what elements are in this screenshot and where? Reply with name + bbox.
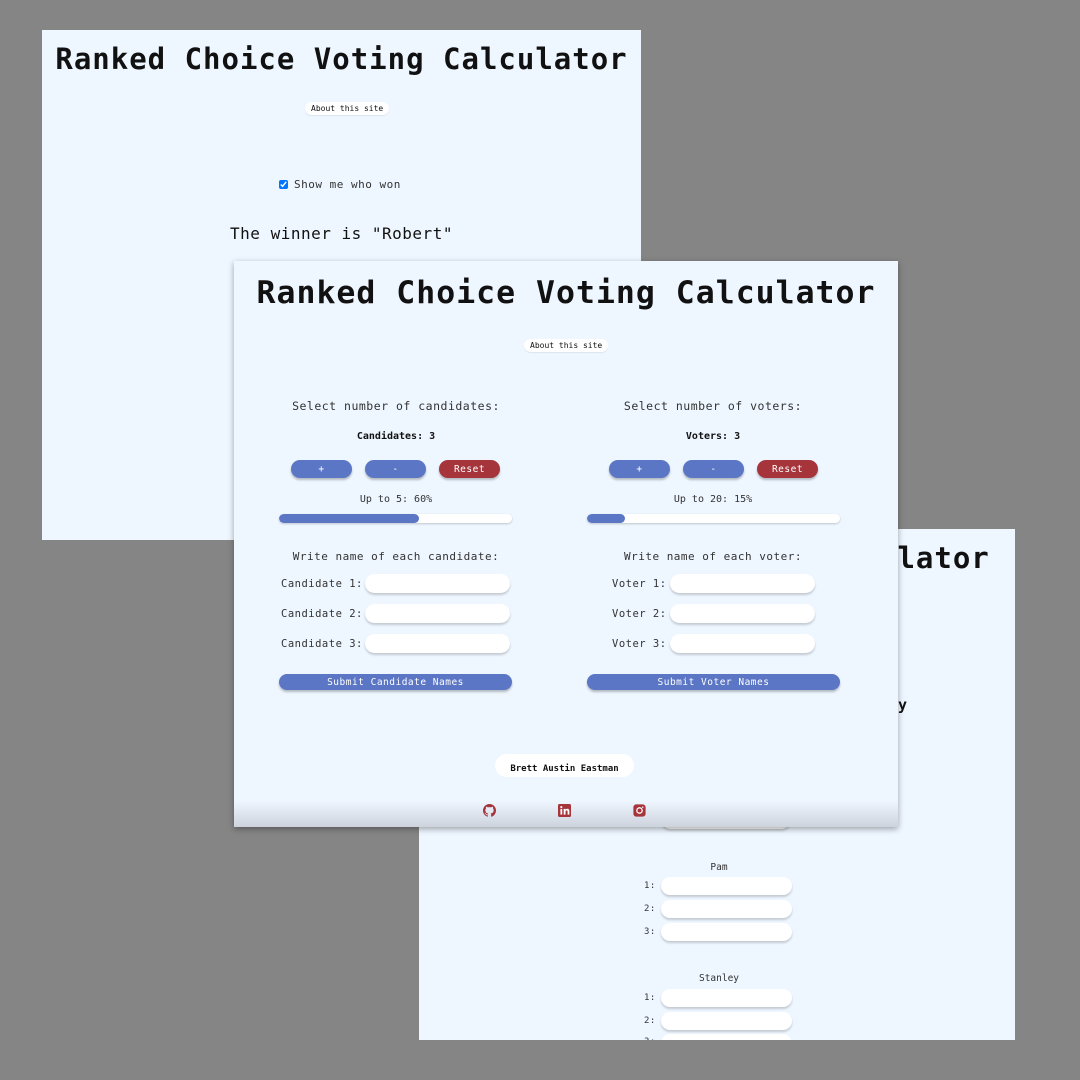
rank-label: 3:: [644, 1037, 656, 1040]
about-link[interactable]: About this site: [305, 102, 390, 115]
rank-input[interactable]: [661, 989, 792, 1007]
voters-progress-bar: [587, 514, 840, 523]
rank-label: 1:: [644, 993, 656, 1003]
front-panel-setup: Ranked Choice Voting Calculator About th…: [234, 261, 898, 827]
candidates-progress-fill: [279, 514, 419, 523]
remove-voter-button[interactable]: -: [683, 460, 744, 478]
remove-candidate-button[interactable]: -: [365, 460, 426, 478]
github-icon[interactable]: [483, 804, 496, 817]
voters-progress-fill: [587, 514, 625, 523]
reset-voters-button[interactable]: Reset: [757, 460, 818, 478]
voters-progress-label: Up to 20: 15%: [673, 494, 753, 505]
candidates-heading: Select number of candidates:: [292, 399, 500, 413]
candidates-progress-label: Up to 5: 60%: [359, 494, 433, 505]
candidate-2-label: Candidate 2:: [281, 608, 363, 620]
candidate-1-label: Candidate 1:: [281, 578, 363, 590]
voter-name-stanley: Stanley: [698, 973, 740, 984]
candidate-names-heading: Write name of each candidate:: [292, 550, 500, 563]
voter-2-label: Voter 2:: [612, 608, 667, 620]
candidate-2-input[interactable]: [365, 604, 510, 623]
page-title: Ranked Choice Voting Calculator: [55, 42, 628, 76]
page-title: Ranked Choice Voting Calculator: [256, 275, 876, 311]
reset-candidates-button[interactable]: Reset: [439, 460, 500, 478]
voter-3-label: Voter 3:: [612, 638, 667, 650]
submit-candidate-names-button[interactable]: Submit Candidate Names: [279, 674, 512, 690]
rank-input[interactable]: [661, 900, 792, 918]
add-candidate-button[interactable]: +: [291, 460, 352, 478]
voter-1-label: Voter 1:: [612, 578, 667, 590]
author-badge[interactable]: Brett Austin Eastman: [495, 754, 634, 777]
voter-1-input[interactable]: [670, 574, 815, 593]
rank-input[interactable]: [661, 1012, 792, 1030]
candidate-3-input[interactable]: [365, 634, 510, 653]
about-link[interactable]: About this site: [524, 339, 609, 352]
rank-label: 3:: [644, 927, 656, 937]
voters-count: Voters: 3: [685, 431, 741, 442]
add-voter-button[interactable]: +: [609, 460, 670, 478]
submit-voter-names-button[interactable]: Submit Voter Names: [587, 674, 840, 690]
candidates-progress-bar: [279, 514, 512, 523]
candidate-1-input[interactable]: [365, 574, 510, 593]
show-winner-row[interactable]: Show me who won: [279, 178, 401, 191]
winner-text: The winner is "Robert": [230, 224, 453, 243]
candidate-3-label: Candidate 3:: [281, 638, 363, 650]
linkedin-icon[interactable]: [558, 804, 571, 817]
rank-input[interactable]: [661, 877, 792, 895]
instagram-icon[interactable]: [633, 804, 646, 817]
voter-names-heading: Write name of each voter:: [623, 550, 803, 563]
rank-input[interactable]: [661, 1034, 792, 1040]
rank-label: 2:: [644, 1016, 656, 1026]
rank-label: 2:: [644, 904, 656, 914]
rank-label: 1:: [644, 881, 656, 891]
voter-2-input[interactable]: [670, 604, 815, 623]
voter-3-input[interactable]: [670, 634, 815, 653]
voter-name-pam: Pam: [710, 862, 728, 873]
candidates-count: Candidates: 3: [356, 431, 436, 442]
voters-heading: Select number of voters:: [623, 399, 803, 413]
show-winner-checkbox[interactable]: [279, 180, 288, 189]
author-name: Brett Austin Eastman: [510, 764, 619, 774]
rank-input[interactable]: [661, 923, 792, 941]
show-winner-label: Show me who won: [294, 178, 401, 191]
